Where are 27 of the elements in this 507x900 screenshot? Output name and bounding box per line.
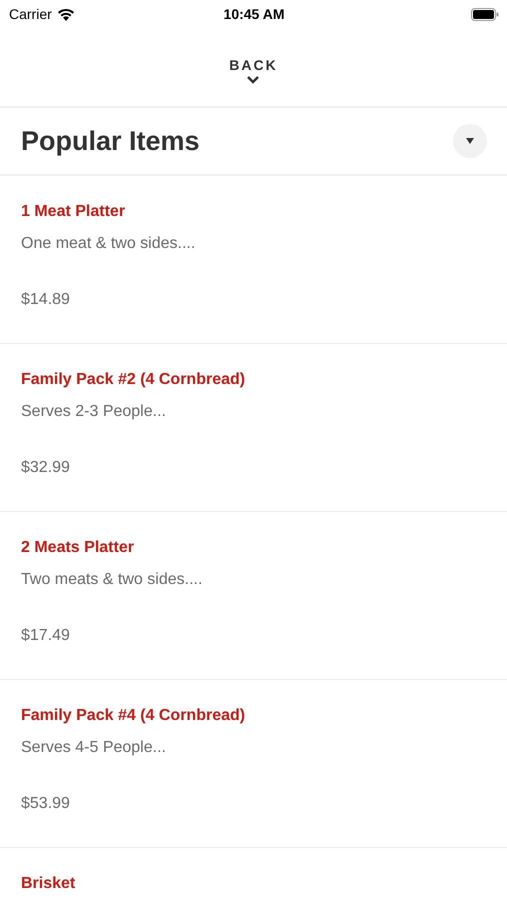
item-description: Serves 4-5 People...	[21, 738, 167, 758]
item-description: Two meats & two sides....	[21, 570, 204, 590]
item-name: Family Pack #4 (4 Cornbread)	[21, 706, 246, 726]
chevron-down-icon	[246, 74, 260, 84]
item-name: Brisket	[21, 874, 76, 894]
caret-icon	[466, 138, 474, 144]
clock-time: 10:45 AM	[224, 6, 284, 22]
battery-icon	[471, 8, 500, 20]
back-button[interactable]: BACK	[229, 56, 278, 84]
item-name: 2 Meats Platter	[21, 538, 135, 558]
item-name: 1 Meat Platter	[21, 202, 126, 222]
item-price: $17.49	[21, 626, 71, 646]
item-price: $14.89	[21, 290, 71, 310]
dropdown-button[interactable]	[453, 124, 487, 158]
item-description: One meat & two sides....	[21, 234, 196, 254]
carrier-name: Carrier	[9, 6, 52, 22]
wifi-icon	[56, 8, 75, 20]
menu-item-card[interactable]: 1 Meat Platter One meat & two sides.... $14.89	[0, 176, 507, 344]
menu-item-card[interactable]: Family Pack #2 (4 Cornbread) Serves 2-3 People... $32.99	[0, 344, 507, 512]
section-title: Popular Items	[21, 126, 200, 156]
item-description: Serves 2-3 People...	[21, 402, 167, 422]
item-name: Family Pack #2 (4 Cornbread)	[21, 370, 246, 390]
item-price: $32.99	[21, 458, 71, 478]
item-price: $53.99	[21, 794, 71, 814]
menu-item-card[interactable]: Family Pack #4 (4 Cornbread) Serves 4-5 People... $53.99	[0, 680, 507, 848]
menu-item-card[interactable]: Brisket	[0, 848, 507, 900]
menu-item-card[interactable]: 2 Meats Platter Two meats & two sides.... $17.49	[0, 512, 507, 680]
